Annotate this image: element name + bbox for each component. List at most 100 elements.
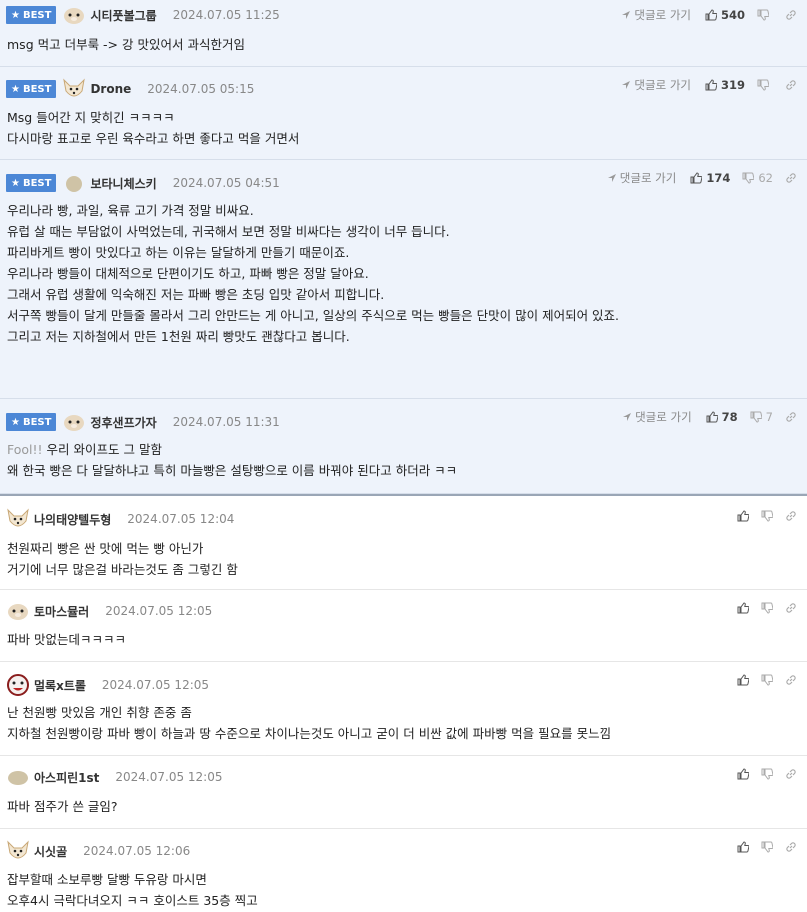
best-badge: ★ BEST [6,174,57,192]
comment-actions [737,759,797,789]
nickname[interactable]: 아스피린1st [34,769,99,786]
comment-header: ★ BEST 정후샌프가자 2024.07.05 11:31 [6,407,280,437]
timestamp: 2024.07.05 12:05 [105,604,213,618]
downvote-button[interactable] [757,9,773,21]
best-badge: ★ BEST [6,80,57,98]
star-icon: ★ [11,177,20,189]
go-to-reply-link[interactable]: 댓글로 가기 [607,170,676,186]
link-icon[interactable] [785,768,797,780]
avatar-blob-icon [62,171,86,195]
link-icon[interactable] [785,79,797,91]
link-icon[interactable] [785,602,797,614]
timestamp: 2024.07.05 11:31 [172,415,280,429]
nickname[interactable]: 시싯골 [34,843,67,860]
best-badge: ★ BEST [6,6,57,24]
best-comment: ★ BEST 시티풋볼그룹 2024.07.05 11:25 댓글로 가기 540… [0,0,807,67]
nickname[interactable]: 멀록x트롤 [34,677,86,694]
link-icon[interactable] [785,172,797,184]
timestamp: 2024.07.05 12:04 [127,512,235,526]
thumbs-down-icon [757,9,769,21]
arrow-icon [607,173,617,183]
upvote-button[interactable] [737,674,749,686]
nickname[interactable]: 보타니체스키 [90,175,156,192]
upvote-button[interactable] [737,841,749,853]
downvote-button[interactable]: 62 [742,171,773,185]
comment-actions [737,593,797,623]
comment-actions: 댓글로 가기 540 [621,0,797,30]
comment: 아스피린1st 2024.07.05 12:05 파바 점주가 쓴 글임? [0,756,807,829]
comment-header: 시싯골 2024.07.05 12:06 [6,836,190,866]
avatar-hamster-icon [62,3,86,27]
comment-body: 잡부할때 소보루빵 달빵 두유랑 마시면 오후4시 극락다녀오지 ㅋㅋ 호이스트… [7,872,258,908]
comment: 시싯골 2024.07.05 12:06 잡부할때 소보루빵 달빵 두유랑 마시… [0,829,807,912]
link-icon[interactable] [785,411,797,423]
thumbs-down-icon [757,79,769,91]
star-icon: ★ [11,9,20,21]
thumbs-up-icon [737,841,749,853]
thumbs-up-icon [737,674,749,686]
link-icon[interactable] [785,841,797,853]
go-to-reply-link[interactable]: 댓글로 가기 [621,77,691,93]
nickname[interactable]: Drone [90,82,131,96]
thumbs-down-icon [742,172,755,184]
upvote-button[interactable]: 174 [690,171,730,185]
comment-header: ★ BEST Drone 2024.07.05 05:15 [6,74,254,104]
timestamp: 2024.07.05 12:05 [115,770,223,784]
timestamp: 2024.07.05 12:06 [83,844,191,858]
comment-header: 나의태양텔두형 2024.07.05 12:04 [6,504,234,534]
comment-actions: 댓글로 가기 78 7 [622,402,797,432]
arrow-icon [622,412,632,422]
go-to-reply-link[interactable]: 댓글로 가기 [621,7,691,23]
best-comment: ★ BEST 보타니체스키 2024.07.05 04:51 댓글로 가기 174… [0,160,807,399]
upvote-button[interactable]: 78 [706,410,738,424]
nickname[interactable]: 시티풋볼그룹 [90,7,156,24]
downvote-button[interactable] [761,841,773,853]
thumbs-up-icon [737,768,749,780]
downvote-button[interactable] [761,510,773,522]
nickname[interactable]: 정후샌프가자 [90,414,156,431]
upvote-button[interactable] [737,602,749,614]
comment-header: ★ BEST 시티풋볼그룹 2024.07.05 11:25 [6,0,280,30]
avatar-dog-icon [6,507,30,531]
link-icon[interactable] [785,9,797,21]
timestamp: 2024.07.05 05:15 [147,82,255,96]
thumbs-up-icon [706,411,718,423]
thumbs-up-icon [737,510,749,522]
timestamp: 2024.07.05 11:25 [172,8,280,22]
comment-body: 우리나라 빵, 과일, 육류 고기 가격 정말 비싸요. 유럽 살 때는 부담없… [7,203,620,344]
thumbs-up-icon [705,79,717,91]
quoted-nickname[interactable]: Fool!! [7,442,43,457]
downvote-button[interactable]: 7 [750,410,773,424]
go-to-reply-link[interactable]: 댓글로 가기 [622,409,692,425]
downvote-button[interactable] [757,79,773,91]
thumbs-down-icon [761,841,773,853]
timestamp: 2024.07.05 12:05 [101,678,210,692]
avatar-dog-icon [62,77,86,101]
thumbs-up-icon [737,602,749,614]
upvote-button[interactable] [737,510,749,522]
downvote-button[interactable] [761,674,773,686]
link-icon[interactable] [785,674,797,686]
best-comment: ★ BEST 정후샌프가자 2024.07.05 11:31 댓글로 가기 78 … [0,399,807,494]
link-icon[interactable] [785,510,797,522]
upvote-button[interactable] [737,768,749,780]
nickname[interactable]: 나의태양텔두형 [34,511,111,528]
upvote-button[interactable]: 540 [705,8,745,22]
avatar-clown-icon [6,673,30,697]
timestamp: 2024.07.05 04:51 [172,176,280,190]
comment-actions: 댓글로 가기 174 62 [607,163,797,193]
avatar-hamster-icon [62,410,86,434]
star-icon: ★ [11,416,20,428]
downvote-button[interactable] [761,768,773,780]
comment: 나의태양텔두형 2024.07.05 12:04 천원짜리 빵은 싼 맛에 먹는… [0,494,807,590]
thumbs-down-icon [750,411,762,423]
comment-body: 파바 점주가 쓴 글임? [7,799,118,814]
comment-actions [737,665,797,695]
comment-body: 난 천원빵 맛있음 개인 취향 존중 좀 지하철 천원빵이랑 파바 빵이 하늘과… [7,705,612,741]
nickname[interactable]: 토마스뮬러 [34,603,89,620]
comment-header: ★ BEST 보타니체스키 2024.07.05 04:51 [6,168,280,198]
upvote-button[interactable]: 319 [705,78,745,92]
comment-actions: 댓글로 가기 319 [621,70,797,100]
best-comment: ★ BEST Drone 2024.07.05 05:15 댓글로 가기 319 … [0,67,807,160]
downvote-button[interactable] [761,602,773,614]
